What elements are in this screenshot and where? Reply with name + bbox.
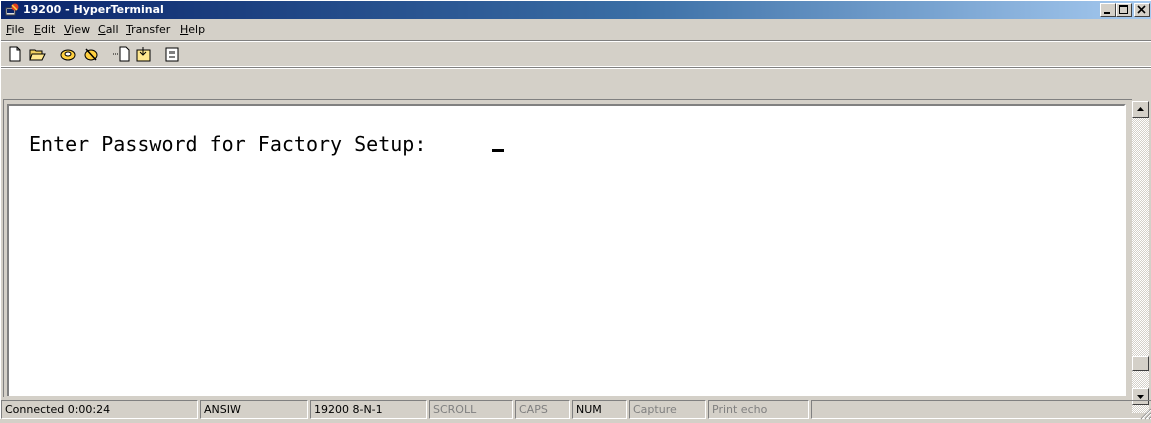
menu-file[interactable]: File [6,23,24,36]
menu-edit-rest: dit [40,23,56,36]
scroll-up-button[interactable] [1132,101,1149,118]
maximize-icon[interactable] [1116,3,1132,17]
toolbar-separator [1,67,1151,69]
hyperterminal-icon[interactable] [4,2,20,18]
close-icon[interactable] [1134,3,1150,17]
menu-edit-accel: E [34,23,41,36]
hyperterminal-window: 19200 - HyperTerminal File Edit View Cal… [0,0,1151,420]
status-scroll: SCROLL [429,400,513,419]
menu-transfer-rest: ransfer [131,23,171,36]
new-connection-icon[interactable] [4,44,26,64]
status-num: NUM [572,400,627,419]
status-print-echo: Print echo [708,400,809,419]
minimize-icon[interactable] [1100,3,1116,17]
menu-call-rest: all [105,23,119,36]
menu-call-accel: C [98,23,106,36]
menu-view-rest: iew [71,23,91,36]
window-title: 19200 - HyperTerminal [23,3,164,16]
vertical-scrollbar[interactable] [1132,101,1149,413]
properties-icon[interactable] [161,44,183,64]
menu-edit[interactable]: Edit [34,23,55,36]
menu-transfer[interactable]: Transfer [126,23,170,36]
status-bar: Connected 0:00:24 ANSIW 19200 8-N-1 SCRO… [1,399,1151,420]
menu-help-rest: elp [188,23,206,36]
toolbar [1,40,1151,67]
menu-file-rest: ile [11,23,25,36]
terminal-prompt: Enter Password for Factory Setup: [29,132,439,156]
status-emulation: ANSIW [200,400,308,419]
menu-view[interactable]: View [64,23,90,36]
status-capture: Capture [629,400,706,419]
status-port-settings: 19200 8-N-1 [310,400,427,419]
status-caps: CAPS [515,400,570,419]
status-connection: Connected 0:00:24 [1,400,198,419]
resize-grip-icon[interactable] [1138,406,1151,420]
title-bar[interactable]: 19200 - HyperTerminal [1,1,1151,19]
menu-bar: File Edit View Call Transfer Help [1,21,1151,39]
connect-icon[interactable] [56,44,78,64]
window-controls [1100,3,1150,17]
status-empty [811,400,1151,419]
receive-icon[interactable] [132,44,154,64]
disconnect-icon[interactable] [79,44,101,64]
menu-call[interactable]: Call [98,23,119,36]
send-icon[interactable] [109,44,131,64]
menu-help[interactable]: Help [180,23,205,36]
terminal-cursor [492,149,504,152]
open-icon[interactable] [26,44,48,64]
scroll-thumb[interactable] [1132,356,1149,371]
